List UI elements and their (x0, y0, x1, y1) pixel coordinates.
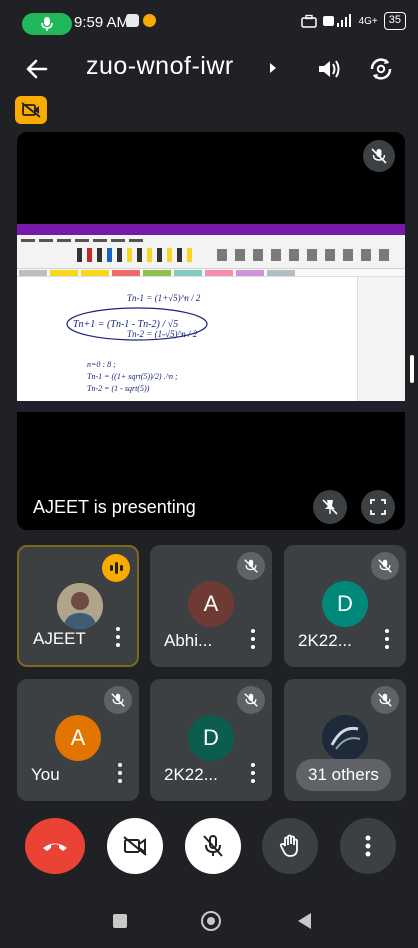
avatar (57, 583, 103, 629)
mic-toggle-button[interactable] (185, 818, 241, 874)
fullscreen-button[interactable] (361, 490, 395, 524)
more-options-button[interactable] (117, 763, 123, 783)
mic-off-icon (371, 148, 387, 164)
caret-right-icon[interactable] (268, 62, 278, 74)
end-call-icon (43, 843, 67, 851)
battery-indicator: 35 (383, 12, 406, 30)
meeting-title[interactable]: zuo-wnof-iwr (86, 52, 234, 81)
status-bar: 9:59 AM 4G+ 35 (0, 0, 418, 46)
meeting-header: zuo-wnof-iwr (0, 46, 418, 92)
participant-name: 2K22... (298, 631, 352, 650)
muted-indicator (371, 552, 399, 580)
avatar: A (188, 581, 234, 627)
signal-icon (322, 14, 351, 27)
briefcase-icon (300, 14, 317, 28)
mic-icon (41, 17, 53, 31)
user-photo-icon (322, 715, 368, 761)
notification-icons (126, 14, 156, 27)
speaking-indicator (102, 554, 130, 582)
system-navigation-bar (0, 896, 418, 948)
camera-off-icon (123, 836, 147, 856)
flip-camera-icon (370, 58, 392, 80)
more-options-button[interactable] (115, 627, 121, 647)
hw-code-3: Tn-2 = (1 - sqrt(5)) (87, 384, 150, 393)
participant-name: Abhi... (164, 631, 213, 650)
unpin-button[interactable] (313, 490, 347, 524)
more-vert-icon (365, 835, 371, 857)
participant-name: AJEET (33, 629, 86, 648)
mic-active-indicator (22, 13, 72, 35)
shared-whiteboard: Tn-1 = (1+√5)^n / 2 Tn-2 = (1-√5)^n / 2 … (17, 277, 405, 402)
muted-indicator (237, 552, 265, 580)
more-options-button[interactable] (384, 629, 390, 649)
handwriting-notes: Tn-1 = (1+√5)^n / 2 Tn-2 = (1-√5)^n / 2 … (66, 293, 208, 393)
hw-code-2: Tn-1 = ((1+ sqrt(5))/2) .^n ; (87, 372, 178, 381)
shared-taskbar (17, 401, 405, 412)
mic-off-icon (244, 693, 258, 707)
participant-tile-abhi[interactable]: A Abhi... (150, 545, 272, 667)
speaker-button[interactable] (314, 54, 344, 84)
more-options-button[interactable] (340, 818, 396, 874)
hw-boxed-formula: Tn+1 = (Tn-1 - Tn-2) / √5 (73, 319, 178, 330)
participant-tile-ajeet[interactable]: AJEET (17, 545, 139, 667)
more-options-button[interactable] (250, 629, 256, 649)
hand-icon (279, 834, 298, 857)
home-button[interactable] (201, 911, 221, 931)
camera-toggle-button[interactable] (107, 818, 163, 874)
shared-screen: Tn-1 = (1+√5)^n / 2 Tn-2 = (1-√5)^n / 2 … (17, 224, 405, 412)
mic-off-icon (203, 835, 223, 857)
participant-tile-2k22-a[interactable]: D 2K22... (284, 545, 406, 667)
presenter-label: AJEET is presenting (33, 497, 196, 517)
back-arrow-icon (26, 59, 48, 79)
raise-hand-button[interactable] (262, 818, 318, 874)
flip-camera-button[interactable] (366, 54, 396, 84)
hw-tn1: Tn-1 = (1+√5)^n / 2 (127, 293, 201, 303)
shared-app-titlebar (17, 224, 405, 235)
participant-tile-others[interactable]: 31 others (284, 679, 406, 801)
speaker-icon (319, 60, 340, 78)
recents-button[interactable] (113, 914, 127, 928)
call-controls (0, 818, 418, 882)
more-options-button[interactable] (250, 763, 256, 783)
app-notification-icon (143, 14, 156, 27)
no-camera-badge[interactable] (15, 96, 47, 124)
back-triangle-icon[interactable] (295, 911, 313, 931)
muted-indicator (371, 686, 399, 714)
muted-indicator (237, 686, 265, 714)
system-status: 4G+ 35 (300, 12, 406, 30)
clock: 9:59 AM (74, 14, 130, 31)
participant-tile-2k22-b[interactable]: D 2K22... (150, 679, 272, 801)
back-button[interactable] (22, 54, 52, 84)
scroll-indicator[interactable] (410, 355, 414, 383)
avatar: A (55, 715, 101, 761)
shared-app-sidepane (357, 277, 405, 402)
muted-indicator (104, 686, 132, 714)
shared-app-section-tabs (17, 269, 405, 277)
avatar: D (188, 715, 234, 761)
user-photo-icon (57, 583, 103, 629)
mic-off-icon (378, 559, 392, 573)
ribbon-tools-icon (21, 239, 389, 262)
presenter-mute-indicator (363, 140, 395, 172)
participant-name: You (31, 765, 60, 784)
no-camera-icon (21, 102, 41, 118)
fullscreen-icon (370, 499, 386, 515)
pin-off-icon (322, 499, 338, 515)
mic-off-icon (378, 693, 392, 707)
participant-name: 2K22... (164, 765, 218, 784)
hw-code-1: n=0 : 8 ; (87, 360, 116, 369)
end-call-button[interactable] (25, 818, 85, 874)
gallery-icon (126, 14, 139, 27)
shared-app-ribbon (17, 235, 405, 269)
presentation-stage[interactable]: Tn-1 = (1+√5)^n / 2 Tn-2 = (1-√5)^n / 2 … (17, 132, 405, 530)
avatar: D (322, 581, 368, 627)
participant-tile-you[interactable]: A You (17, 679, 139, 801)
others-count[interactable]: 31 others (296, 759, 391, 791)
mic-off-icon (111, 693, 125, 707)
avatar (322, 715, 368, 761)
network-type: 4G+ (358, 15, 378, 27)
hw-tn2: Tn-2 = (1-√5)^n / 2 (127, 329, 198, 339)
mic-off-icon (244, 559, 258, 573)
